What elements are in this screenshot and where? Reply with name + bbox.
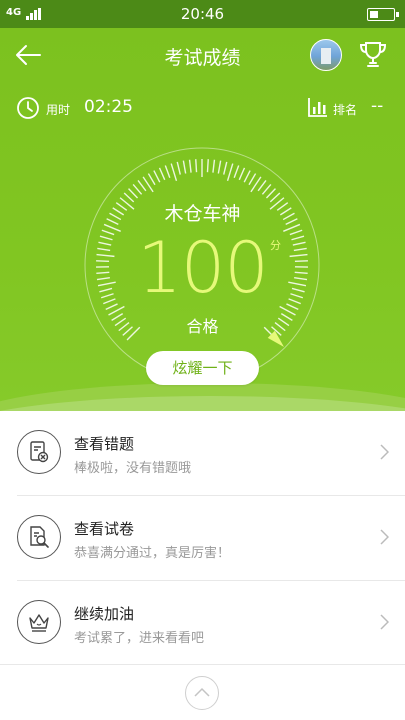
gauge-tick (261, 183, 272, 195)
gauge-tick (176, 161, 181, 175)
gauge-tick (182, 160, 187, 174)
share-button[interactable]: 炫耀一下 (146, 351, 259, 385)
gauge-tick (158, 167, 166, 181)
trophy-icon[interactable] (358, 39, 388, 69)
gauge-tick (233, 165, 240, 178)
rank-label: 排名 (333, 103, 358, 117)
wrong-questions-icon (17, 430, 61, 474)
status-bar: 4G 20:46 (0, 0, 405, 28)
rank-value: -- (371, 96, 384, 116)
pass-status: 合格 (186, 317, 219, 336)
gauge-tick (243, 170, 251, 183)
gauge-tick (170, 163, 178, 181)
gauge-tick (223, 161, 228, 175)
gauge-tick (257, 180, 267, 192)
menu-title: 查看试卷 (74, 520, 135, 538)
battery-icon (367, 8, 399, 21)
status-time: 20:46 (180, 5, 225, 23)
menu-subtitle: 考试累了，进来看看吧 (74, 631, 205, 646)
view-exam-paper-item[interactable]: 查看试卷 恭喜满分通过，真是厉害！ (0, 496, 405, 580)
user-name: 木仓车神 (164, 203, 241, 225)
score-value: 100 (137, 227, 269, 309)
gauge-tick (206, 159, 209, 173)
gauge-tick (265, 188, 276, 199)
gauge-tick (238, 167, 246, 181)
bar-chart-icon (308, 98, 327, 117)
time-value: 02:25 (84, 97, 133, 117)
title-bar: 考试成绩 (0, 28, 405, 82)
menu-subtitle: 棒极啦，没有错题哦 (74, 461, 192, 476)
menu-title: 继续加油 (74, 605, 135, 623)
menu-title: 查看错题 (74, 435, 135, 453)
score-unit: 分 (270, 239, 281, 252)
gauge-tick (164, 165, 171, 178)
chevron-right-icon (380, 614, 389, 630)
gauge-tick (128, 188, 139, 199)
gauge-tick (226, 163, 234, 181)
gauge-tick (188, 159, 192, 173)
clock-icon (17, 97, 39, 119)
crown-icon (17, 600, 61, 644)
scroll-up-button[interactable] (185, 676, 219, 710)
gauge-tick (248, 173, 257, 186)
chevron-up-icon (194, 687, 210, 697)
menu-subtitle: 恭喜满分通过，真是厉害！ (74, 546, 231, 561)
time-label: 用时 (46, 103, 71, 117)
gauge-tick (137, 180, 147, 192)
page-title: 考试成绩 (164, 47, 241, 69)
gauge-tick (217, 160, 222, 174)
chevron-right-icon (380, 444, 389, 460)
keep-going-item[interactable]: 继续加油 考试累了，进来看看吧 (0, 581, 405, 665)
chevron-right-icon (380, 529, 389, 545)
gauge-tick (195, 159, 198, 173)
gauge-tick (147, 173, 156, 186)
view-wrong-questions-item[interactable]: 查看错题 棒极啦，没有错题哦 (0, 411, 405, 495)
gauge-tick (212, 159, 216, 173)
divider (0, 664, 405, 665)
avatar[interactable] (310, 39, 342, 71)
gauge-tick (153, 170, 161, 183)
gauge-tick (132, 183, 143, 195)
exam-paper-icon (17, 515, 61, 559)
